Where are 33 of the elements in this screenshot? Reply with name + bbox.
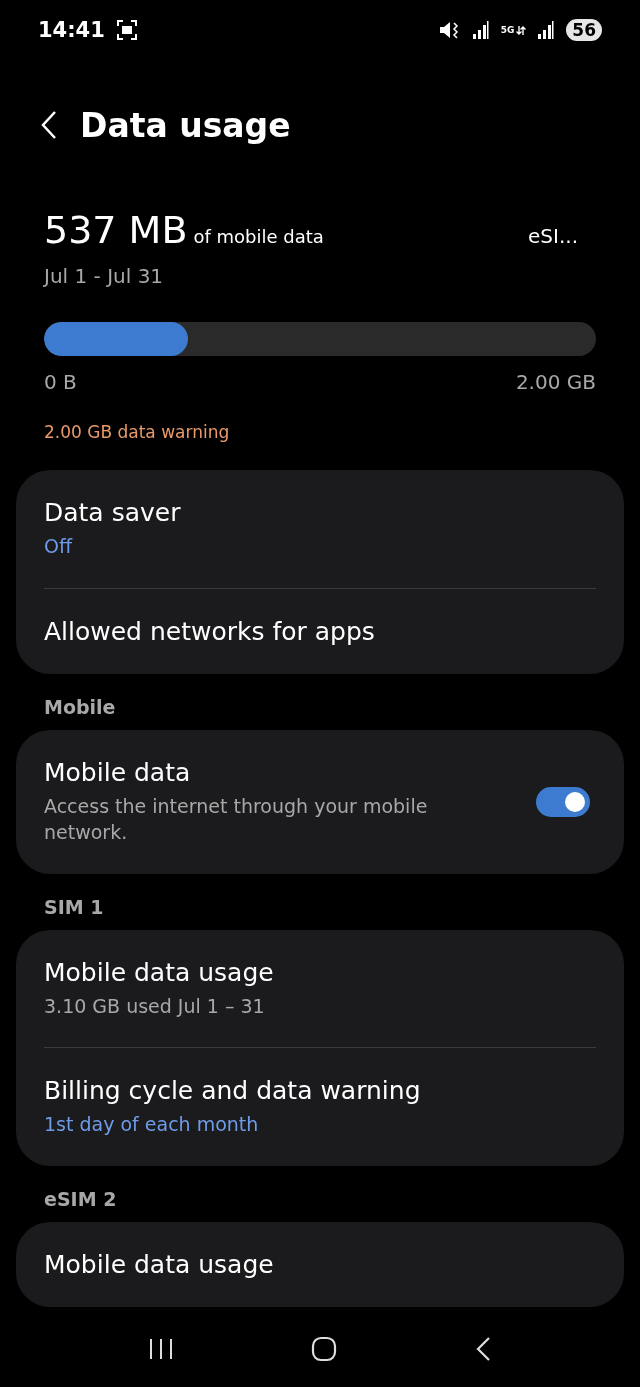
battery-level: 56 <box>566 19 602 41</box>
screenshot-icon <box>116 20 137 40</box>
section-header: SIM 1 <box>43 894 105 920</box>
max-label: 2.00 GB <box>515 370 596 394</box>
usage-amount: 537 MB <box>44 208 188 252</box>
data-arrows-icon <box>516 25 527 35</box>
usage-period: Jul 1 - Jul 31 <box>44 264 165 288</box>
sim-selector[interactable]: eSI... <box>528 224 578 248</box>
setting-summary: Access the internet through your mobile network. <box>44 793 429 846</box>
setting-title: Mobile data usage <box>44 1249 275 1279</box>
setting-title: Mobile data <box>44 757 192 787</box>
setting-summary: Off <box>44 534 74 559</box>
home-icon[interactable] <box>311 1335 337 1362</box>
warning-text: 2.00 GB data warning <box>44 422 231 442</box>
signal-icon <box>472 21 489 39</box>
clock: 14:41 <box>38 18 105 42</box>
network-type: 5G <box>500 25 515 35</box>
toggle-switch[interactable] <box>536 786 590 817</box>
setting-summary: 1st day of each month <box>44 1112 260 1138</box>
setting-title: Billing cycle and data warning <box>44 1076 422 1106</box>
setting-title: Data saver <box>44 498 182 527</box>
setting-title: Allowed networks for apps <box>44 616 376 646</box>
usage-caption: of mobile data <box>193 226 324 247</box>
min-label: 0 B <box>44 370 77 394</box>
mute-icon <box>438 20 461 40</box>
back-icon[interactable] <box>40 110 58 140</box>
section-header: Mobile <box>43 694 117 720</box>
signal-icon <box>538 21 555 39</box>
setting-summary: 3.10 GB used Jul 1 – 31 <box>44 993 266 1019</box>
page-title: Data usage <box>80 105 291 145</box>
recent-apps-icon[interactable] <box>148 1336 175 1361</box>
setting-title: Mobile data usage <box>44 957 275 987</box>
section-header: eSIM 2 <box>43 1186 118 1212</box>
